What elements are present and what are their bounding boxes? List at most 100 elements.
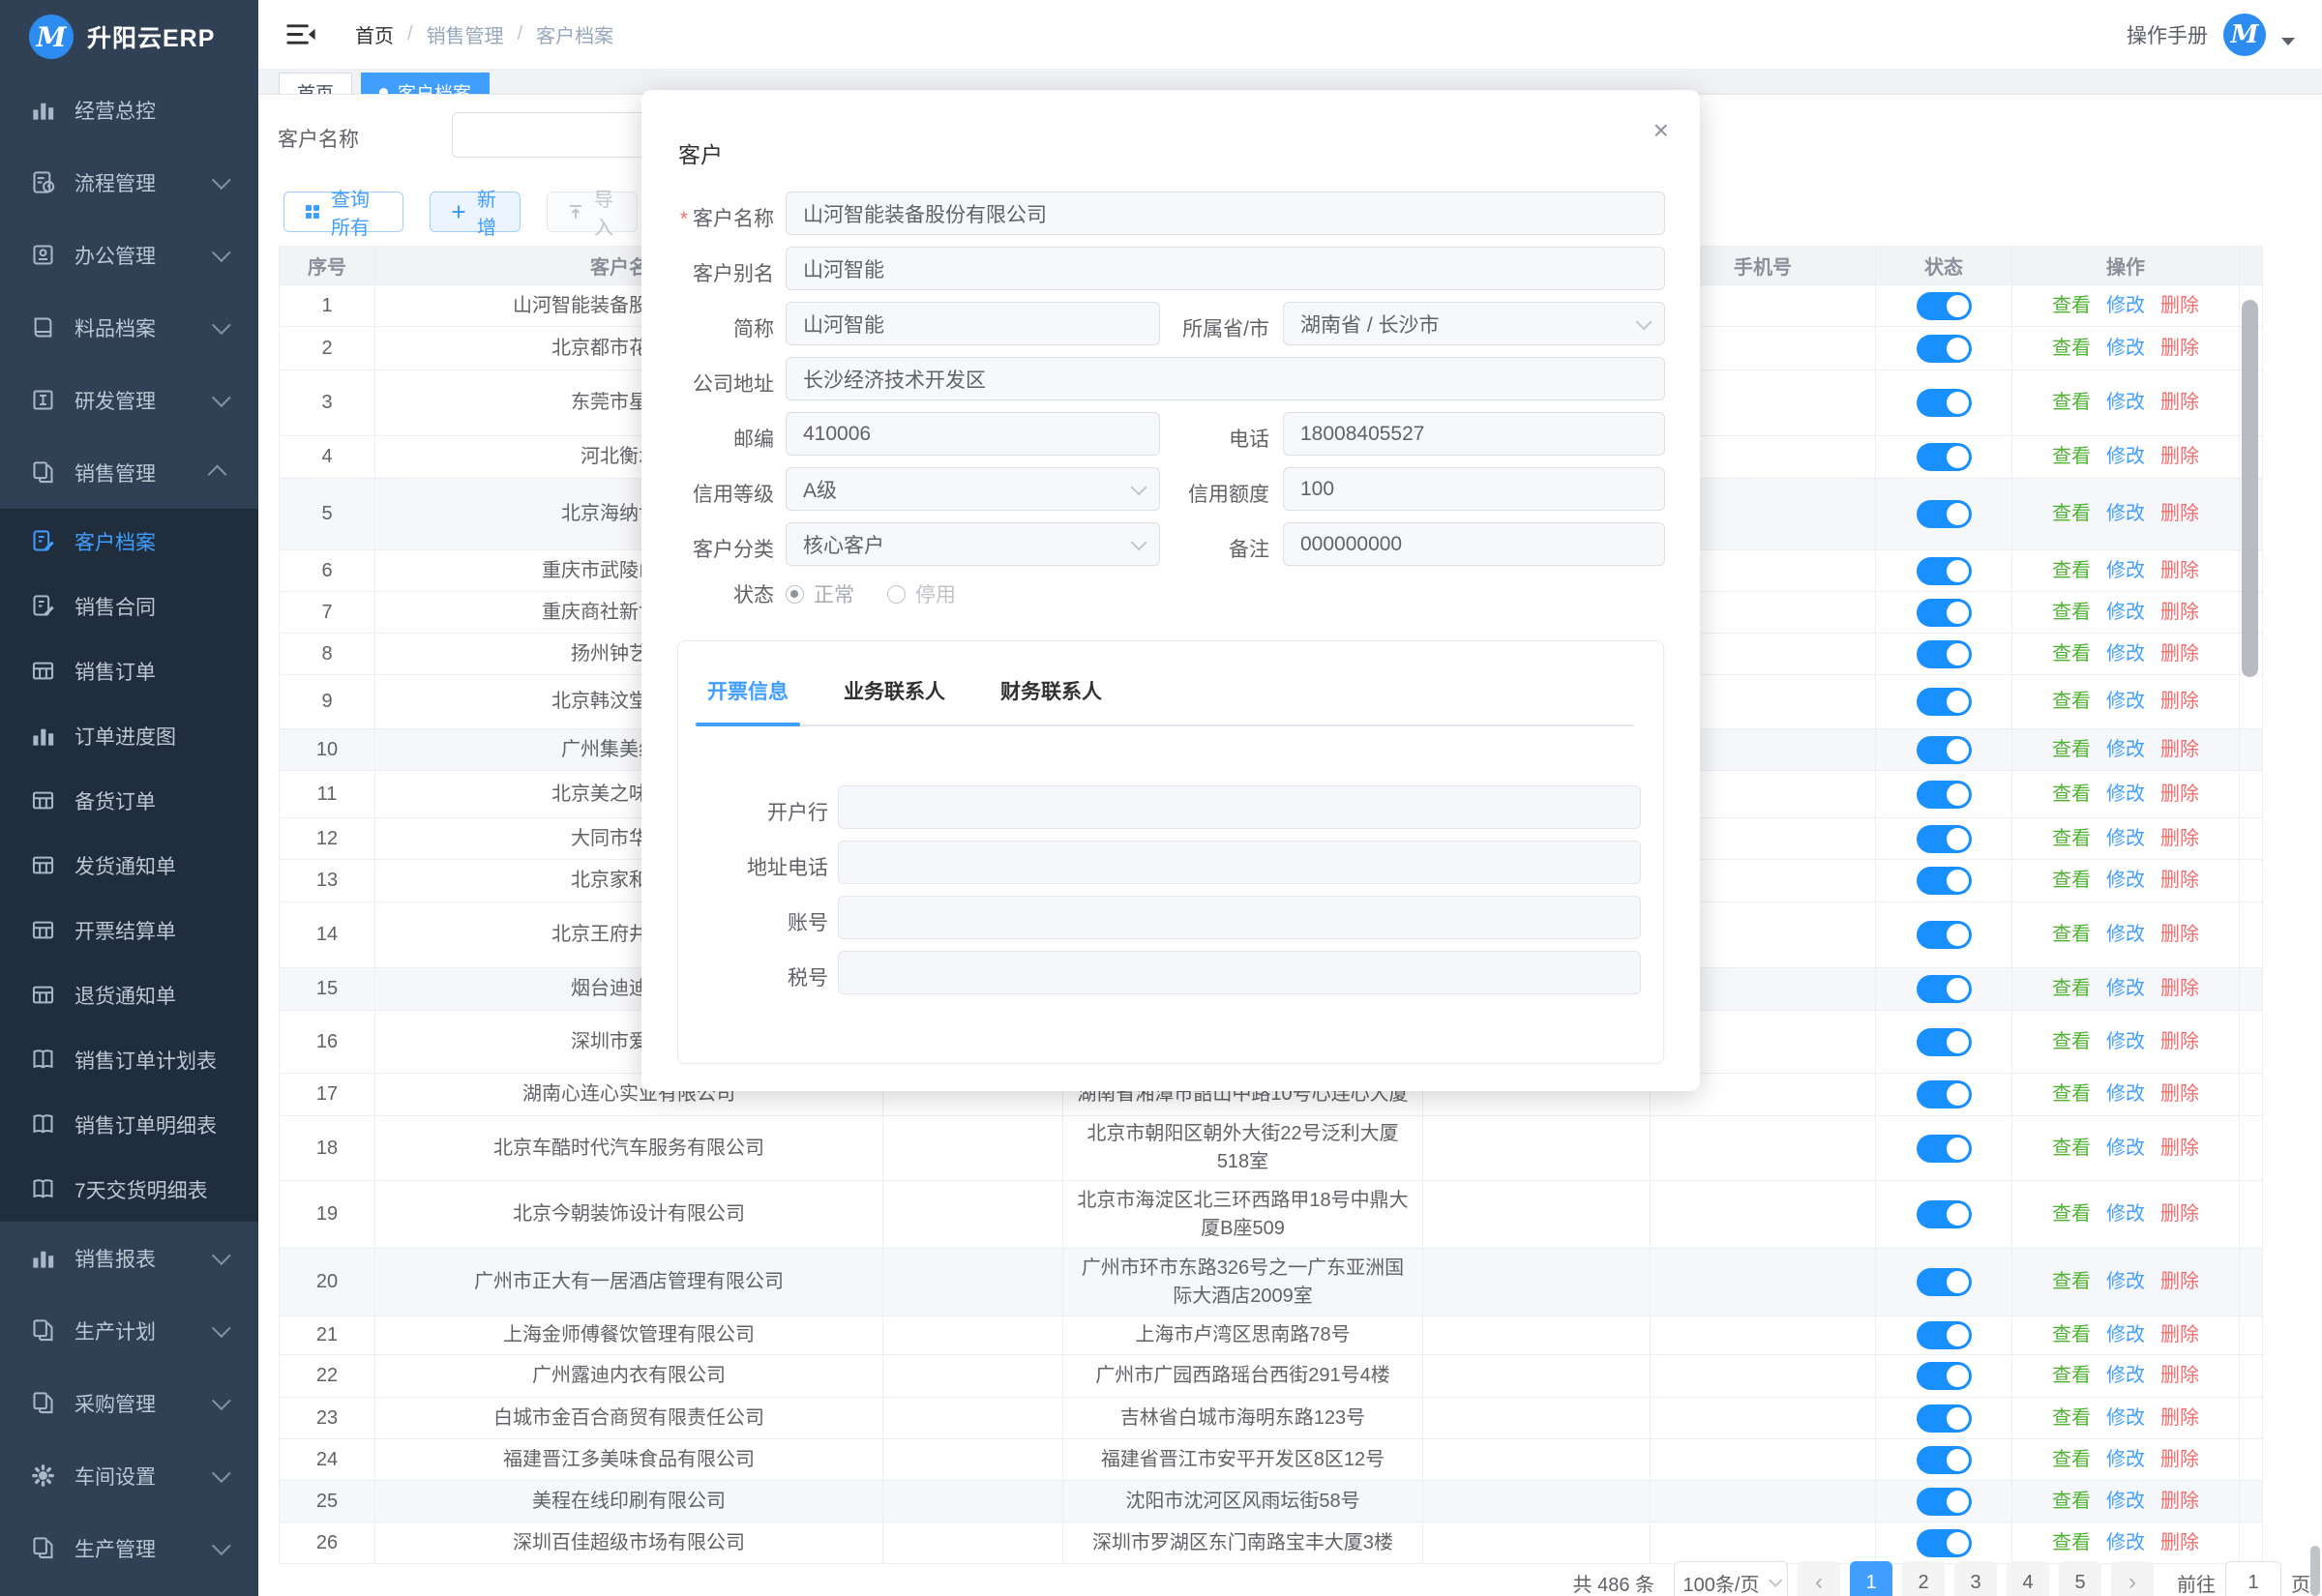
delete-link[interactable]: 删除 <box>2160 1324 2199 1345</box>
view-link[interactable]: 查看 <box>2052 978 2091 999</box>
invoice-field-input[interactable] <box>838 785 1641 829</box>
remark-input[interactable]: 000000000 <box>1283 522 1665 566</box>
status-toggle[interactable] <box>1916 500 1972 529</box>
sidebar-item-16[interactable]: 7天交货明细表 <box>0 1157 258 1222</box>
delete-link[interactable]: 删除 <box>2160 1031 2199 1052</box>
edit-link[interactable]: 修改 <box>2106 870 2145 891</box>
delete-link[interactable]: 删除 <box>2160 1138 2199 1159</box>
table-scrollbar-thumb[interactable] <box>2242 300 2258 677</box>
user-avatar[interactable]: M <box>2223 13 2266 56</box>
edit-link[interactable]: 修改 <box>2106 338 2145 359</box>
customer-name-input[interactable]: 山河智能装备股份有限公司 <box>786 192 1665 235</box>
edit-link[interactable]: 修改 <box>2106 924 2145 945</box>
delete-link[interactable]: 删除 <box>2160 1532 2199 1553</box>
status-toggle[interactable] <box>1916 780 1972 809</box>
edit-link[interactable]: 修改 <box>2106 1203 2145 1225</box>
sidebar-item-8[interactable]: 销售订单 <box>0 638 258 703</box>
edit-link[interactable]: 修改 <box>2106 1324 2145 1345</box>
delete-link[interactable]: 删除 <box>2160 924 2199 945</box>
sidebar-item-14[interactable]: 销售订单计划表 <box>0 1027 258 1092</box>
invoice-field-input[interactable] <box>838 841 1641 884</box>
detail-tab-2[interactable]: 财务联系人 <box>1000 676 1102 724</box>
sidebar-item-18[interactable]: 生产计划 <box>0 1294 258 1367</box>
detail-tab-0[interactable]: 开票信息 <box>696 676 800 726</box>
status-toggle[interactable] <box>1916 639 1972 668</box>
sidebar-item-9[interactable]: 订单进度图 <box>0 703 258 768</box>
page-button-5[interactable]: 5 <box>2059 1561 2101 1596</box>
page-size-select[interactable]: 100条/页 <box>1674 1561 1788 1596</box>
edit-link[interactable]: 修改 <box>2106 691 2145 712</box>
delete-link[interactable]: 删除 <box>2160 560 2199 581</box>
delete-link[interactable]: 删除 <box>2160 828 2199 849</box>
sidebar-item-0[interactable]: 经营总控 <box>0 74 258 146</box>
view-link[interactable]: 查看 <box>2052 1532 2091 1553</box>
view-link[interactable]: 查看 <box>2052 1365 2091 1386</box>
edit-link[interactable]: 修改 <box>2106 602 2145 623</box>
edit-link[interactable]: 修改 <box>2106 1083 2145 1105</box>
view-link[interactable]: 查看 <box>2052 1324 2091 1345</box>
delete-link[interactable]: 删除 <box>2160 503 2199 524</box>
status-toggle[interactable] <box>1916 1404 1972 1433</box>
page-button-4[interactable]: 4 <box>2007 1561 2049 1596</box>
province-select[interactable]: 湖南省 / 长沙市 <box>1283 302 1665 345</box>
status-toggle[interactable] <box>1916 291 1972 320</box>
manual-link[interactable]: 操作手册 <box>2127 20 2208 49</box>
delete-link[interactable]: 删除 <box>2160 602 2199 623</box>
sidebar-item-2[interactable]: 办公管理 <box>0 219 258 291</box>
delete-link[interactable]: 删除 <box>2160 1203 2199 1225</box>
status-toggle[interactable] <box>1916 1080 1972 1109</box>
view-link[interactable]: 查看 <box>2052 1138 2091 1159</box>
sidebar-item-17[interactable]: 销售报表 <box>0 1222 258 1294</box>
status-toggle[interactable] <box>1916 975 1972 1004</box>
sidebar-item-3[interactable]: 料品档案 <box>0 291 258 364</box>
zip-input[interactable]: 410006 <box>786 412 1160 456</box>
edit-link[interactable]: 修改 <box>2106 1365 2145 1386</box>
view-link[interactable]: 查看 <box>2052 739 2091 760</box>
status-toggle[interactable] <box>1916 1027 1972 1056</box>
breadcrumb-home[interactable]: 首页 <box>355 20 394 48</box>
view-link[interactable]: 查看 <box>2052 870 2091 891</box>
edit-link[interactable]: 修改 <box>2106 643 2145 665</box>
delete-link[interactable]: 删除 <box>2160 1271 2199 1292</box>
view-link[interactable]: 查看 <box>2052 392 2091 413</box>
delete-link[interactable]: 删除 <box>2160 1449 2199 1470</box>
view-link[interactable]: 查看 <box>2052 560 2091 581</box>
status-toggle[interactable] <box>1916 556 1972 585</box>
delete-link[interactable]: 删除 <box>2160 1083 2199 1105</box>
status-radio-disabled[interactable]: 停用 <box>887 579 956 608</box>
delete-link[interactable]: 删除 <box>2160 392 2199 413</box>
customer-category-select[interactable]: 核心客户 <box>786 522 1160 566</box>
delete-link[interactable]: 删除 <box>2160 783 2199 805</box>
status-toggle[interactable] <box>1916 1487 1972 1516</box>
edit-link[interactable]: 修改 <box>2106 1449 2145 1470</box>
edit-link[interactable]: 修改 <box>2106 1271 2145 1292</box>
goto-page-input[interactable] <box>2225 1561 2281 1596</box>
add-button[interactable]: 新增 <box>430 190 521 239</box>
next-page-button[interactable]: › <box>2111 1561 2154 1596</box>
view-link[interactable]: 查看 <box>2052 828 2091 849</box>
delete-link[interactable]: 删除 <box>2160 643 2199 665</box>
delete-link[interactable]: 删除 <box>2160 691 2199 712</box>
sidebar-item-6[interactable]: 客户档案 <box>0 509 258 574</box>
delete-link[interactable]: 删除 <box>2160 338 2199 359</box>
delete-link[interactable]: 删除 <box>2160 1407 2199 1429</box>
edit-link[interactable]: 修改 <box>2106 503 2145 524</box>
view-link[interactable]: 查看 <box>2052 295 2091 316</box>
view-link[interactable]: 查看 <box>2052 691 2091 712</box>
sidebar-item-15[interactable]: 销售订单明细表 <box>0 1092 258 1157</box>
page-button-1[interactable]: 1 <box>1850 1561 1892 1596</box>
sidebar-item-20[interactable]: 车间设置 <box>0 1439 258 1512</box>
user-menu-caret-icon[interactable] <box>2281 37 2295 45</box>
delete-link[interactable]: 删除 <box>2160 739 2199 760</box>
status-toggle[interactable] <box>1916 334 1972 363</box>
delete-link[interactable]: 删除 <box>2160 870 2199 891</box>
view-link[interactable]: 查看 <box>2052 1271 2091 1292</box>
status-toggle[interactable] <box>1916 1268 1972 1297</box>
status-toggle[interactable] <box>1916 867 1972 896</box>
invoice-field-input[interactable] <box>838 951 1641 994</box>
status-toggle[interactable] <box>1916 1134 1972 1163</box>
company-address-input[interactable]: 长沙经济技术开发区 <box>786 357 1665 400</box>
view-link[interactable]: 查看 <box>2052 1407 2091 1429</box>
status-toggle[interactable] <box>1916 1528 1972 1557</box>
edit-link[interactable]: 修改 <box>2106 828 2145 849</box>
